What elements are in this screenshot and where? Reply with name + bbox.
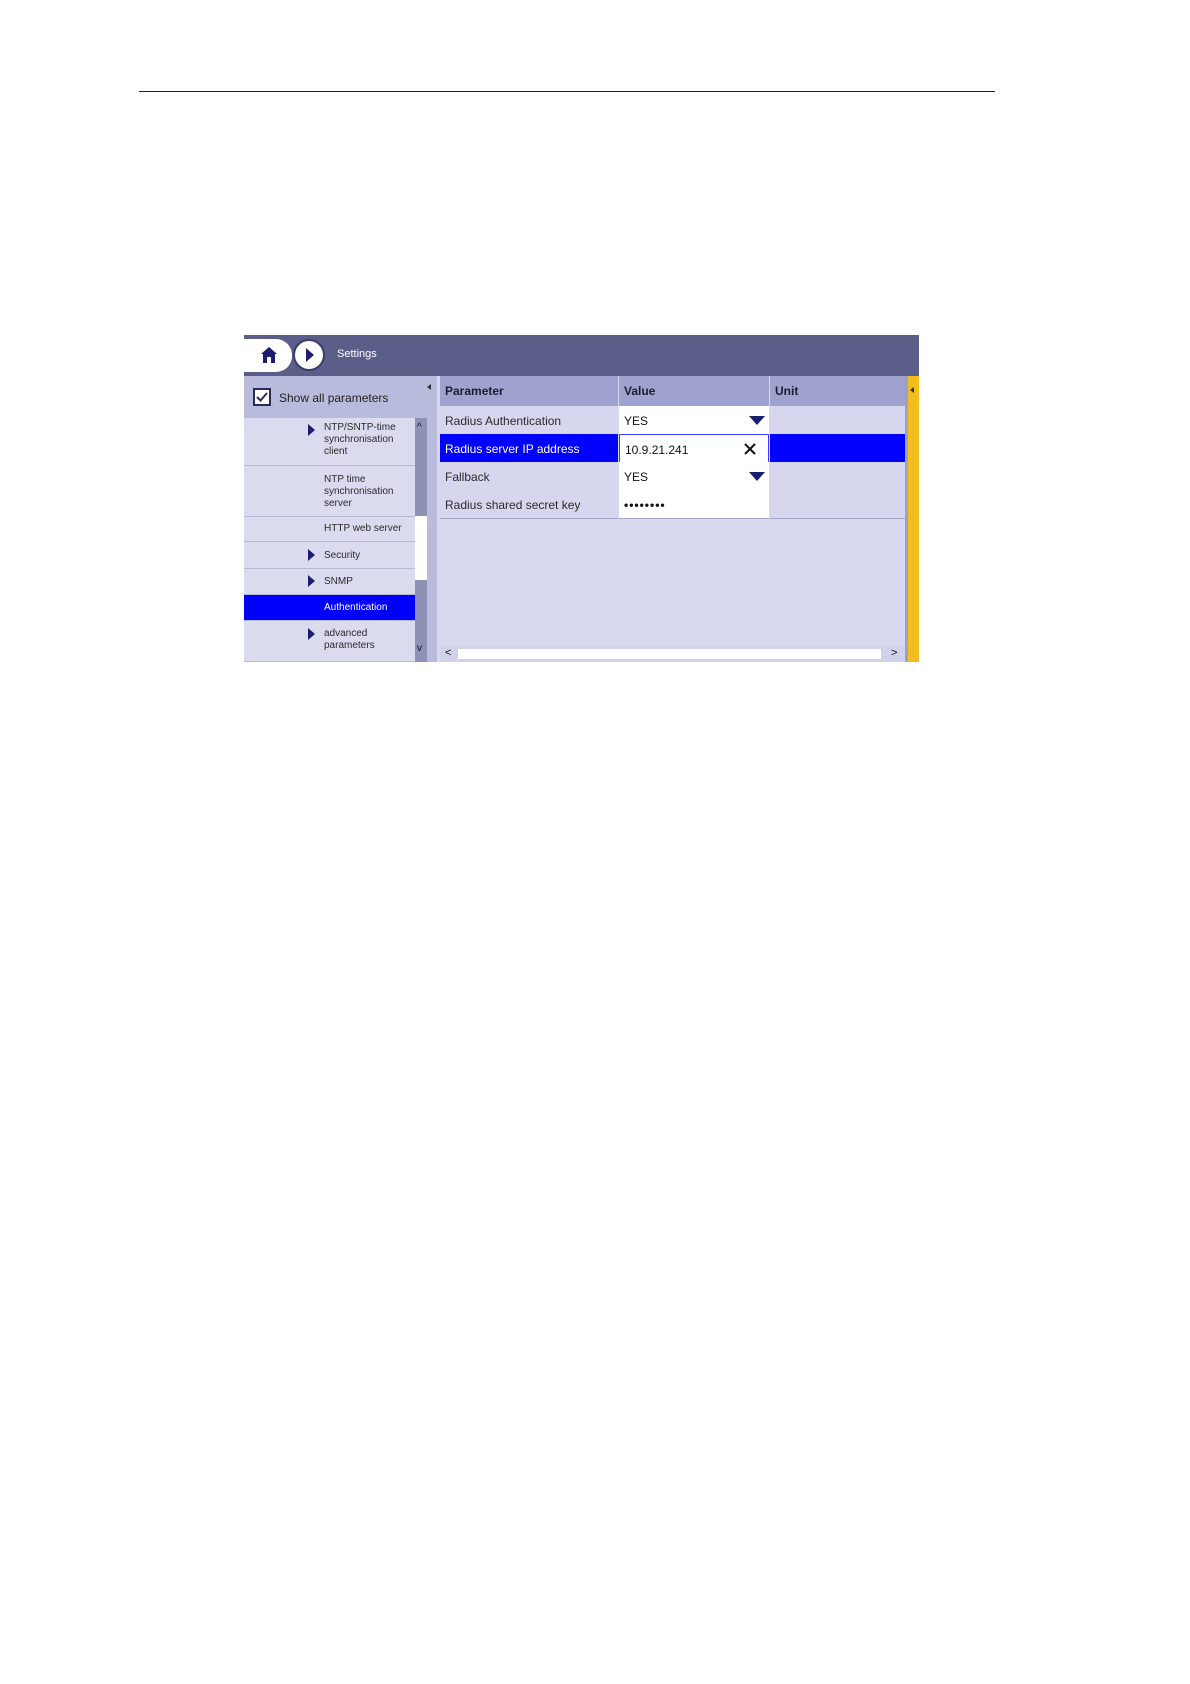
tree-item-label: SNMP xyxy=(324,576,353,587)
right-bar-edge xyxy=(905,376,908,662)
tree-item-label: Authentication xyxy=(324,602,388,613)
header-bar: Settings xyxy=(244,335,919,376)
column-header-value: Value xyxy=(619,376,769,406)
parameter-name: Radius server IP address xyxy=(440,434,618,463)
forward-button[interactable] xyxy=(293,339,325,371)
table-row[interactable]: Radius shared secret key •••••••• xyxy=(440,490,905,520)
checkmark-icon xyxy=(256,392,268,402)
collapse-panel-icon[interactable] xyxy=(427,384,431,390)
home-icon xyxy=(261,347,277,363)
tree-item-ntp-sntp-client[interactable]: NTP/SNTP-time synchronisation client xyxy=(244,418,415,466)
show-all-checkbox[interactable] xyxy=(253,388,271,406)
home-button[interactable] xyxy=(244,339,292,372)
value-input[interactable]: 10.9.21.241 xyxy=(619,434,769,463)
expand-right-panel-icon[interactable] xyxy=(910,387,914,393)
expand-arrow-icon[interactable] xyxy=(308,628,315,640)
unit-cell xyxy=(770,462,905,491)
expand-arrow-icon[interactable] xyxy=(308,424,315,436)
tree-item-authentication[interactable]: Authentication xyxy=(244,595,415,621)
tree-item-label: HTTP web server xyxy=(324,523,402,534)
scroll-track[interactable] xyxy=(458,649,881,659)
value-dropdown[interactable]: YES xyxy=(619,462,769,491)
tree-scrollbar[interactable]: ^ v xyxy=(415,418,427,662)
play-arrow-icon xyxy=(306,348,314,362)
column-header-unit: Unit xyxy=(770,376,905,406)
password-input[interactable]: •••••••• xyxy=(619,490,769,519)
parameter-name: Radius shared secret key xyxy=(440,490,618,519)
value-text: •••••••• xyxy=(624,498,666,512)
tree-item-ntp-server[interactable]: NTP time synchronisation server xyxy=(244,466,415,517)
tree-item-security[interactable]: Security xyxy=(244,542,415,569)
tree-item-label: advanced parameters xyxy=(324,628,375,651)
table-row-selected[interactable]: Radius server IP address 10.9.21.241 xyxy=(440,434,905,464)
scroll-up-icon[interactable]: ^ xyxy=(417,423,422,433)
horizontal-scrollbar[interactable]: < > xyxy=(440,646,905,662)
table-row[interactable]: Radius Authentication YES xyxy=(440,406,905,436)
value-text: 10.9.21.241 xyxy=(625,443,689,457)
page-title: Settings xyxy=(337,348,377,360)
right-side-bar[interactable] xyxy=(905,376,919,662)
tree-item-snmp[interactable]: SNMP xyxy=(244,569,415,595)
parameter-name: Radius Authentication xyxy=(440,406,618,435)
tree-item-http-web-server[interactable]: HTTP web server xyxy=(244,517,415,542)
parameter-table: Parameter Value Unit Radius Authenticati… xyxy=(440,376,905,662)
unit-cell xyxy=(770,490,905,519)
unit-cell xyxy=(770,406,905,435)
expand-arrow-icon[interactable] xyxy=(308,575,315,587)
tree-item-label: Security xyxy=(324,550,361,561)
navigation-panel: Show all parameters NTP/SNTP-time synchr… xyxy=(244,376,437,662)
value-text: YES xyxy=(624,414,649,428)
show-all-parameters-row[interactable]: Show all parameters xyxy=(244,376,437,418)
column-header-parameter: Parameter xyxy=(440,376,618,406)
expand-arrow-icon[interactable] xyxy=(308,549,315,561)
scroll-thumb[interactable] xyxy=(415,516,427,580)
unit-cell xyxy=(770,434,905,463)
dropdown-arrow-icon[interactable] xyxy=(749,416,765,425)
dropdown-arrow-icon[interactable] xyxy=(749,472,765,481)
parameter-tree: NTP/SNTP-time synchronisation client NTP… xyxy=(244,418,415,662)
show-all-label: Show all parameters xyxy=(279,391,389,405)
scroll-down-icon[interactable]: v xyxy=(417,644,422,654)
scroll-right-icon[interactable]: > xyxy=(891,647,897,659)
value-dropdown[interactable]: YES xyxy=(619,406,769,435)
scroll-left-icon[interactable]: < xyxy=(445,647,451,659)
clear-icon[interactable] xyxy=(742,441,758,457)
value-text: YES xyxy=(624,470,649,484)
tree-item-label: NTP time synchronisation server xyxy=(324,474,394,509)
table-row[interactable]: Fallback YES xyxy=(440,462,905,492)
tree-item-label: NTP/SNTP-time synchronisation client xyxy=(324,422,396,457)
page-top-rule xyxy=(139,91,995,92)
settings-window: Settings Show all parameters NTP/SNTP-ti… xyxy=(244,335,919,662)
tree-item-advanced-parameters[interactable]: advanced parameters xyxy=(244,621,415,662)
parameter-name: Fallback xyxy=(440,462,618,491)
